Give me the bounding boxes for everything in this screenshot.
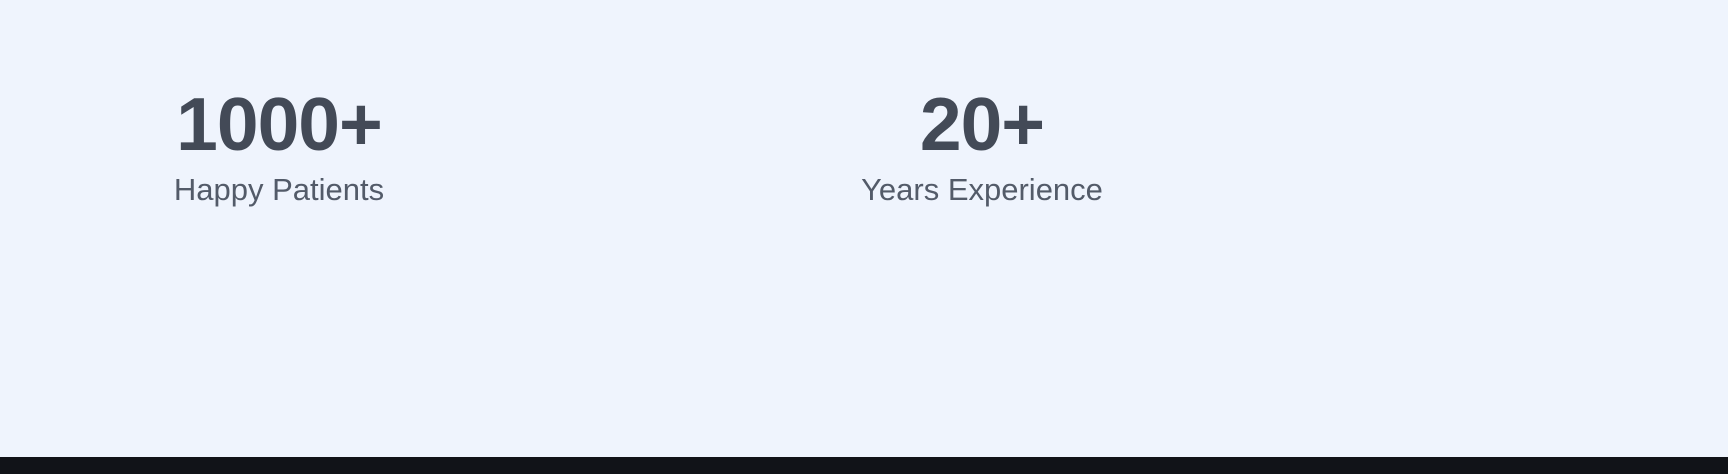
stat-value: 20+ [919,82,1045,166]
stat-happy-patients: 1000+ Happy Patients [164,78,394,210]
stats-section: 1000+ Happy Patients 20+ Years Experienc… [0,0,1728,457]
stat-label: Happy Patients [173,172,385,207]
stat-label: Years Experience [861,172,1103,207]
stat-years-experience: 20+ Years Experience [832,78,1132,210]
stat-value: 1000+ [176,82,383,166]
footer-bar [0,457,1728,474]
